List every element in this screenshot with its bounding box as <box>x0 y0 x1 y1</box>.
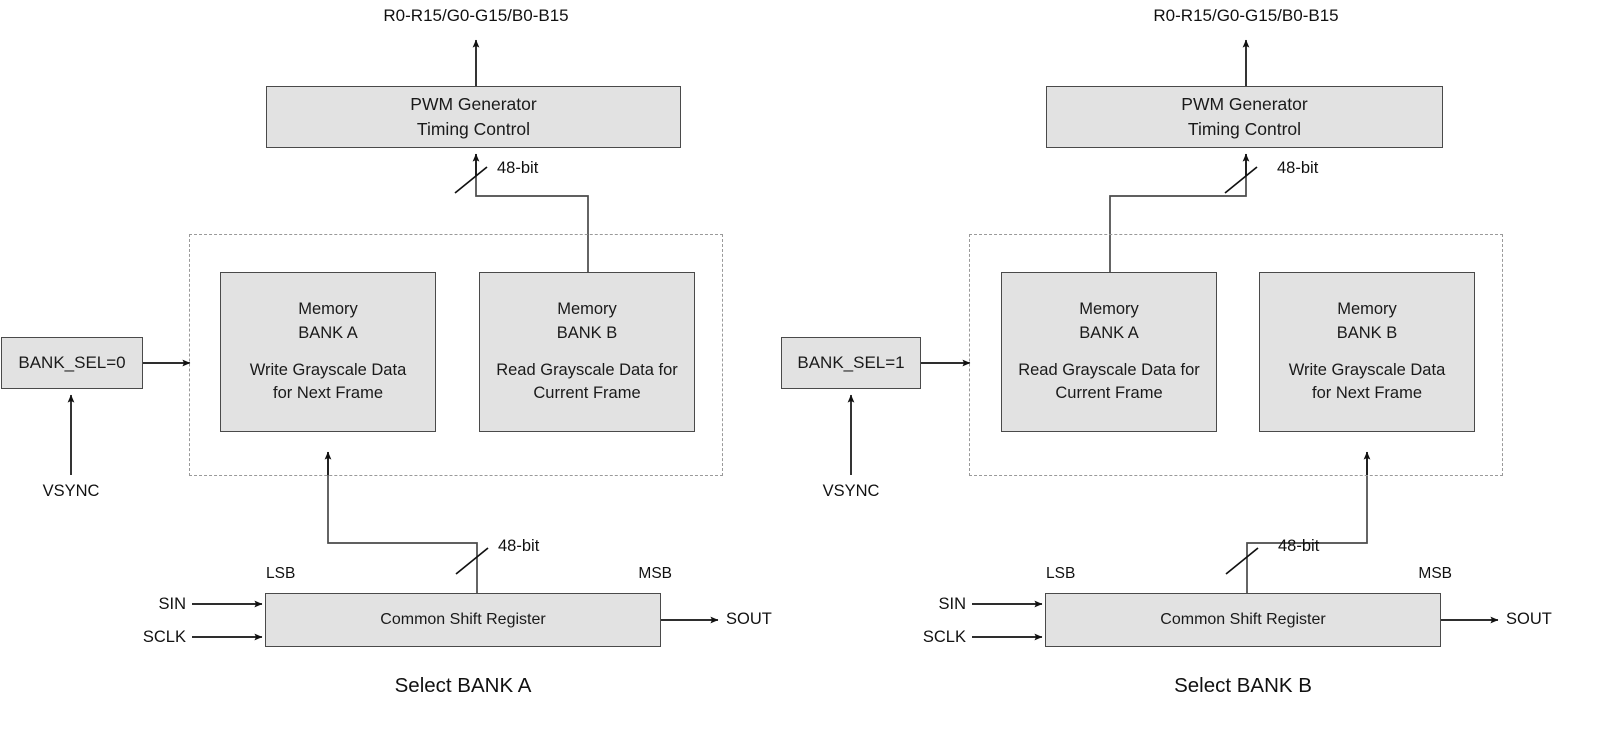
memory-b-line-4: for Next Frame <box>1311 384 1423 403</box>
bank-sel-block-left[interactable]: BANK_SEL=0 <box>1 337 143 389</box>
pwm-generator-block-right[interactable]: PWM Generator Timing Control <box>1046 86 1443 148</box>
memory-bank-a-block-left[interactable]: Memory BANK A Write Grayscale Data for N… <box>220 272 436 432</box>
memory-b-line-4: Current Frame <box>533 384 641 403</box>
sout-label-right: SOUT <box>1506 610 1552 628</box>
vsync-label-left: VSYNC <box>42 482 100 500</box>
pwm-line-1: PWM Generator <box>410 93 537 114</box>
pwm-line-1: PWM Generator <box>1181 93 1308 114</box>
bank-sel-label: BANK_SEL=1 <box>797 352 905 372</box>
bus-width-label-bottom-left: 48-bit <box>498 537 540 555</box>
memory-a-line-2: BANK A <box>1079 323 1139 342</box>
memory-bank-b-block-left[interactable]: Memory BANK B Read Grayscale Data for Cu… <box>479 272 695 432</box>
memory-a-line-2: BANK A <box>298 323 358 342</box>
sclk-label-right: SCLK <box>922 628 966 646</box>
sout-label-left: SOUT <box>726 610 772 628</box>
pwm-line-2: Timing Control <box>416 119 531 139</box>
memory-b-line-2: BANK B <box>556 323 618 342</box>
sclk-label-left: SCLK <box>142 628 186 646</box>
panel-caption-right: Select BANK B <box>1174 674 1312 697</box>
output-signal-label-left: R0-R15/G0-G15/B0-B15 <box>383 6 569 25</box>
memory-b-line-1: Memory <box>1337 299 1397 318</box>
common-shift-register-block-right[interactable]: Common Shift Register <box>1045 593 1441 647</box>
msb-label-left: MSB <box>638 565 672 582</box>
output-signal-label-right: R0-R15/G0-G15/B0-B15 <box>1153 6 1339 25</box>
memory-b-line-3: Write Grayscale Data <box>1288 360 1446 379</box>
lsb-label-left: LSB <box>266 565 296 582</box>
memory-a-line-1: Memory <box>1079 299 1139 318</box>
memory-a-line-3: Write Grayscale Data <box>249 360 407 379</box>
memory-a-line-3: Read Grayscale Data for <box>1018 360 1200 379</box>
shift-register-label: Common Shift Register <box>380 611 546 629</box>
memory-a-line-1: Memory <box>298 299 358 318</box>
memory-b-line-1: Memory <box>557 299 617 318</box>
memory-a-line-4: for Next Frame <box>272 384 384 403</box>
memory-b-line-2: BANK B <box>1336 323 1398 342</box>
msb-label-right: MSB <box>1418 565 1452 582</box>
memory-b-line-3: Read Grayscale Data for <box>496 360 678 379</box>
bus-width-label-top-right: 48-bit <box>1277 159 1319 177</box>
bank-sel-block-right[interactable]: BANK_SEL=1 <box>781 337 921 389</box>
bus-width-label-bottom-right: 48-bit <box>1278 537 1320 555</box>
bank-sel-label: BANK_SEL=0 <box>18 352 126 372</box>
memory-a-line-4: Current Frame <box>1055 384 1163 403</box>
bus-width-label-top-left: 48-bit <box>497 159 539 177</box>
shift-register-label: Common Shift Register <box>1160 611 1326 629</box>
memory-bank-b-block-right[interactable]: Memory BANK B Write Grayscale Data for N… <box>1259 272 1475 432</box>
lsb-label-right: LSB <box>1046 565 1076 582</box>
panel-caption-left: Select BANK A <box>394 674 532 697</box>
vsync-label-right: VSYNC <box>822 482 880 500</box>
pwm-generator-block-left[interactable]: PWM Generator Timing Control <box>266 86 681 148</box>
diagram-canvas: R0-R15/G0-G15/B0-B15 PWM Generator Timin… <box>0 0 1612 738</box>
sin-label-right: SIN <box>938 595 966 613</box>
sin-label-left: SIN <box>158 595 186 613</box>
memory-bank-a-block-right[interactable]: Memory BANK A Read Grayscale Data for Cu… <box>1001 272 1217 432</box>
pwm-line-2: Timing Control <box>1187 119 1302 139</box>
common-shift-register-block-left[interactable]: Common Shift Register <box>265 593 661 647</box>
